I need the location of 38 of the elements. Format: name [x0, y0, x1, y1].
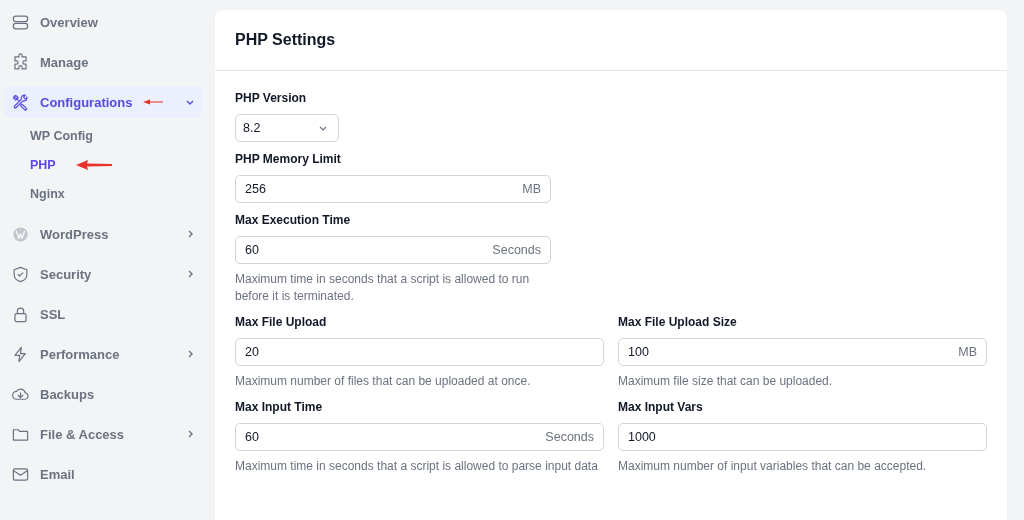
- help-text: Maximum time in seconds that a script is allowed to run before it is terminated.: [235, 271, 531, 305]
- sidebar-item[interactable]: Backups: [4, 378, 203, 410]
- input-field[interactable]: 1000: [618, 423, 987, 451]
- input-field[interactable]: 100 MB: [618, 338, 987, 366]
- help-text: Maximum time in seconds that a script is allowed to parse input data: [235, 458, 599, 475]
- tools-icon: [11, 92, 30, 112]
- input-field[interactable]: 60 Seconds: [235, 423, 604, 451]
- field-label: Max File Upload: [235, 315, 328, 329]
- field-label: Max File Upload Size: [618, 315, 738, 329]
- help-text: Maximum file size that can be uploaded.: [618, 373, 834, 390]
- sidebar-item[interactable]: Manage: [4, 46, 203, 78]
- wordpress-icon: [11, 224, 30, 244]
- sidebar-item[interactable]: Security: [4, 258, 203, 290]
- input-field[interactable]: 256 MB: [235, 175, 551, 203]
- sidebar-subitem[interactable]: Nginx: [4, 184, 65, 204]
- shield-check-icon: [11, 264, 30, 284]
- sidebar-item[interactable]: File & Access: [4, 418, 203, 450]
- input-field[interactable]: 20: [235, 338, 604, 366]
- annotation-arrow: [76, 160, 112, 170]
- help-text: Maximum number of files that can be uploaded at once.: [235, 373, 532, 390]
- field-label: PHP Memory Limit: [235, 152, 342, 166]
- sidebar-item[interactable]: WordPress: [4, 218, 203, 250]
- sidebar-item[interactable]: Email: [4, 458, 203, 490]
- puzzle-icon: [11, 52, 30, 72]
- sidebar-item[interactable]: Overview: [4, 6, 203, 38]
- field-label: Max Execution Time: [235, 213, 352, 227]
- input-field[interactable]: 60 Seconds: [235, 236, 551, 264]
- sidebar-item[interactable]: SSL: [4, 298, 203, 330]
- sidebar-subitem[interactable]: WP Config: [4, 126, 93, 146]
- sidebar-item[interactable]: Configurations: [4, 86, 203, 118]
- field-label: Max Input Vars: [618, 400, 704, 414]
- panel-title: PHP Settings: [235, 31, 336, 49]
- field-label: PHP Version: [235, 91, 308, 105]
- version-select[interactable]: 8.2: [235, 114, 339, 142]
- sidebar-subitem[interactable]: PHP: [4, 155, 56, 175]
- field-label: Max Input Time: [235, 400, 324, 414]
- help-text: Maximum number of input variables that can be accepted.: [618, 458, 928, 475]
- sidebar-item[interactable]: Performance: [4, 338, 203, 370]
